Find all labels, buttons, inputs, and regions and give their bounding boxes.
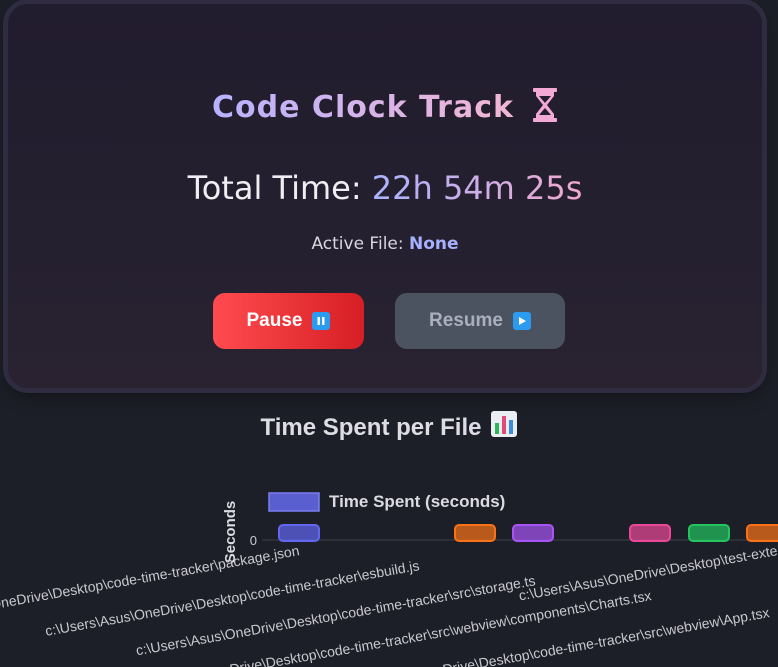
active-file-label: Active File: xyxy=(311,234,404,254)
bar xyxy=(512,524,554,542)
app-header: Code Clock Track xyxy=(8,87,762,127)
pause-icon xyxy=(312,312,331,330)
timer-card: Code Clock Track Total Time: 22h 54m 25s… xyxy=(2,0,768,394)
chart-bars xyxy=(278,524,778,542)
chart-legend: Time Spent (seconds) xyxy=(268,492,505,512)
hourglass-icon xyxy=(532,88,558,126)
play-icon xyxy=(512,312,531,330)
bar xyxy=(746,524,778,542)
pause-button[interactable]: Pause xyxy=(213,293,364,349)
bar xyxy=(278,524,320,542)
y-tick-label: 0 xyxy=(250,533,257,548)
pause-button-label: Pause xyxy=(246,310,303,331)
legend-label: Time Spent (seconds) xyxy=(329,492,505,511)
time-per-file-chart: Time Spent (seconds) Seconds 0 c:\Users\… xyxy=(0,492,778,667)
resume-button-label: Resume xyxy=(429,310,503,331)
chart-x-labels: c:\Users\Asus\OneDrive\Desktop\code-time… xyxy=(0,542,778,667)
app-root: Code Clock Track Total Time: 22h 54m 25s… xyxy=(0,0,778,667)
legend-swatch xyxy=(268,492,320,512)
total-time-value: 22h 54m 25s xyxy=(371,169,583,207)
active-file-value: None xyxy=(409,234,459,254)
chart-title-text: Time Spent per File xyxy=(260,413,482,441)
active-file: Active File: None xyxy=(8,234,762,254)
bar xyxy=(629,524,671,542)
total-time: Total Time: 22h 54m 25s xyxy=(8,169,762,209)
bar-chart-icon xyxy=(491,411,518,444)
resume-button[interactable]: Resume xyxy=(395,293,565,349)
bar xyxy=(454,524,496,542)
app-title: Code Clock Track xyxy=(212,89,514,125)
bar xyxy=(688,524,730,542)
total-time-label: Total Time: xyxy=(187,169,362,207)
chart-section-title: Time Spent per File xyxy=(0,411,778,444)
